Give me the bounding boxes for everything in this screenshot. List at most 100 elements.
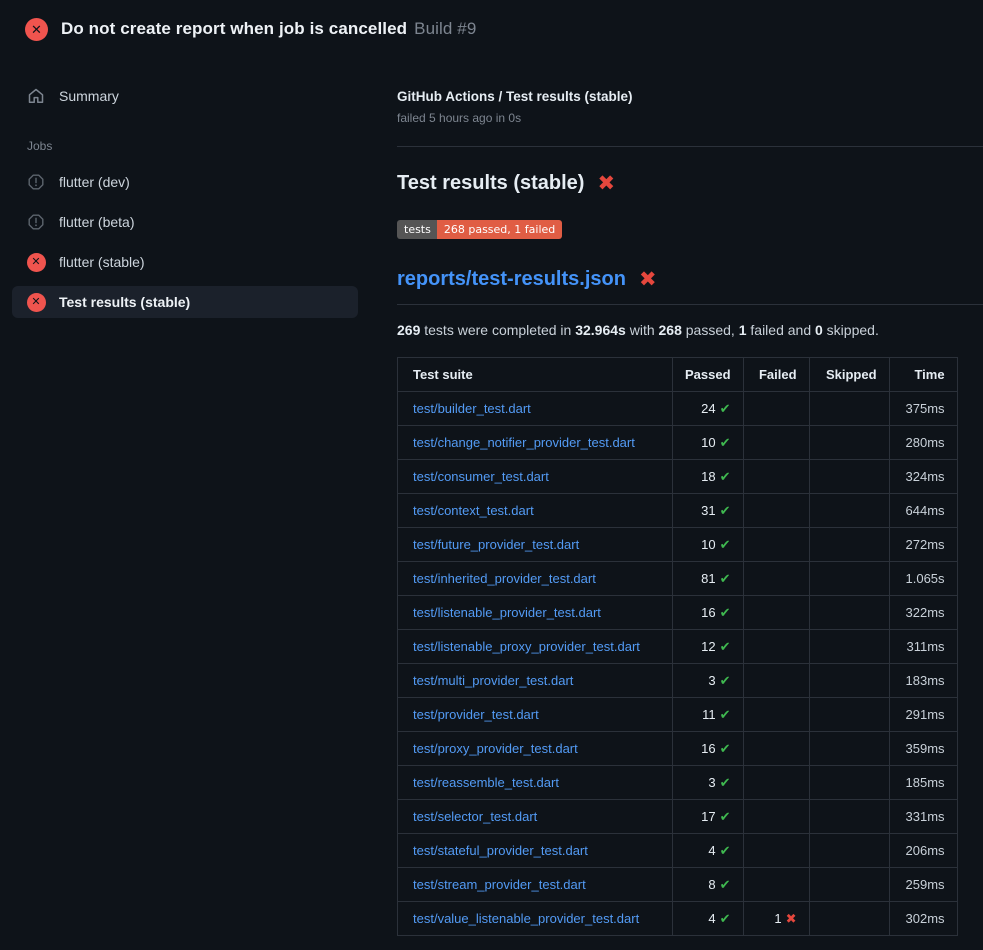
summary-text: with	[626, 322, 659, 338]
skipped-count-cell	[809, 664, 889, 698]
passed-count: 12	[701, 639, 715, 654]
table-row: test/reassemble_test.dart 3✔ 185ms	[398, 766, 958, 800]
time-cell: 280ms	[889, 426, 957, 460]
test-suite-link[interactable]: test/provider_test.dart	[413, 707, 539, 722]
failed-count-cell	[743, 664, 809, 698]
skipped-count-cell	[809, 392, 889, 426]
test-suite-link[interactable]: test/value_listenable_provider_test.dart	[413, 911, 639, 926]
passed-count: 4	[708, 911, 715, 926]
summary-text: passed,	[682, 322, 739, 338]
test-suite-cell: test/context_test.dart	[398, 494, 673, 528]
test-suite-link[interactable]: test/change_notifier_provider_test.dart	[413, 435, 635, 450]
column-header: Time	[889, 358, 957, 392]
check-icon: ✔	[720, 538, 731, 553]
passed-count: 10	[701, 435, 715, 450]
skipped-count-cell	[809, 528, 889, 562]
check-icon: ✔	[720, 402, 731, 417]
test-suite-cell: test/provider_test.dart	[398, 698, 673, 732]
sidebar-item-label: flutter (beta)	[59, 214, 134, 230]
test-suite-link[interactable]: test/reassemble_test.dart	[413, 775, 559, 790]
cancelled-status-icon	[26, 214, 46, 230]
test-results-table: Test suitePassedFailedSkippedTime test/b…	[397, 357, 958, 936]
test-suite-cell: test/stateful_provider_test.dart	[398, 834, 673, 868]
test-suite-cell: test/change_notifier_provider_test.dart	[398, 426, 673, 460]
test-suite-link[interactable]: test/future_provider_test.dart	[413, 537, 579, 552]
table-header-row: Test suitePassedFailedSkippedTime	[398, 358, 958, 392]
passed-count-cell: 3✔	[673, 664, 744, 698]
table-row: test/stream_provider_test.dart8✔259ms	[398, 868, 958, 902]
sidebar-item-test-results-stable[interactable]: ✕Test results (stable)	[12, 286, 358, 318]
report-title-link[interactable]: reports/test-results.json ✖	[397, 268, 983, 305]
test-suite-link[interactable]: test/inherited_provider_test.dart	[413, 571, 596, 586]
test-suite-link[interactable]: test/stream_provider_test.dart	[413, 877, 586, 892]
failed-count-cell	[743, 392, 809, 426]
test-suite-cell: test/consumer_test.dart	[398, 460, 673, 494]
check-icon: ✔	[720, 878, 731, 893]
skipped-count-cell	[809, 834, 889, 868]
check-icon: ✔	[720, 572, 731, 587]
check-icon: ✔	[720, 606, 731, 621]
time-cell: 183ms	[889, 664, 957, 698]
sidebar-item-flutter-stable[interactable]: ✕flutter (stable)	[12, 246, 358, 278]
build-number: Build #9	[414, 19, 476, 38]
skipped-count-cell	[809, 596, 889, 630]
time-cell: 291ms	[889, 698, 957, 732]
sidebar-item-summary[interactable]: Summary	[12, 80, 358, 112]
badge-value: 268 passed, 1 failed	[437, 220, 562, 239]
skipped-count-cell	[809, 902, 889, 936]
failed-count-cell	[743, 766, 809, 800]
passed-count-cell: 4✔	[673, 902, 744, 936]
time-cell: 324ms	[889, 460, 957, 494]
run-status: failed 5 hours ago in 0s	[397, 111, 983, 125]
table-row: test/consumer_test.dart18✔324ms	[398, 460, 958, 494]
test-suite-link[interactable]: test/builder_test.dart	[413, 401, 531, 416]
column-header: Skipped	[809, 358, 889, 392]
skipped-count-cell	[809, 630, 889, 664]
passed-count: 24	[701, 401, 715, 416]
results-summary: 269 tests were completed in 32.964s with…	[397, 322, 983, 338]
failed-count-cell	[743, 562, 809, 596]
sidebar-item-flutter-beta[interactable]: flutter (beta)	[12, 206, 358, 238]
check-icon: ✔	[720, 776, 731, 791]
passed-count-cell: 31✔	[673, 494, 744, 528]
test-suite-link[interactable]: test/context_test.dart	[413, 503, 534, 518]
test-suite-link[interactable]: test/listenable_proxy_provider_test.dart	[413, 639, 640, 654]
test-suite-link[interactable]: test/consumer_test.dart	[413, 469, 549, 484]
test-suite-link[interactable]: test/selector_test.dart	[413, 809, 537, 824]
failed-count-cell	[743, 426, 809, 460]
test-suite-link[interactable]: test/multi_provider_test.dart	[413, 673, 573, 688]
passed-count: 11	[702, 707, 716, 722]
passed-count-cell: 24 ✔	[673, 392, 744, 426]
failed-count-cell	[743, 630, 809, 664]
time-cell: 322ms	[889, 596, 957, 630]
sidebar-item-label: flutter (stable)	[59, 254, 145, 270]
failed-count-cell	[743, 732, 809, 766]
passed-count-cell: 12✔	[673, 630, 744, 664]
jobs-section-label: Jobs	[27, 139, 358, 153]
table-row: test/proxy_provider_test.dart16✔359ms	[398, 732, 958, 766]
table-row: test/inherited_provider_test.dart81✔1.06…	[398, 562, 958, 596]
passed-count-cell: 16✔	[673, 732, 744, 766]
table-row: test/change_notifier_provider_test.dart 1…	[398, 426, 958, 460]
main-content: GitHub Actions / Test results (stable) f…	[372, 56, 983, 936]
time-cell: 375ms	[889, 392, 957, 426]
test-suite-cell: test/proxy_provider_test.dart	[398, 732, 673, 766]
passed-count: 31	[701, 503, 715, 518]
test-suite-link[interactable]: test/stateful_provider_test.dart	[413, 843, 588, 858]
failed-count-cell	[743, 460, 809, 494]
passed-count: 10	[701, 537, 715, 552]
column-header: Test suite	[398, 358, 673, 392]
test-suite-link[interactable]: test/listenable_provider_test.dart	[413, 605, 601, 620]
time-cell: 185ms	[889, 766, 957, 800]
time-cell: 331ms	[889, 800, 957, 834]
sidebar-item-label: flutter (dev)	[59, 174, 130, 190]
test-suite-link[interactable]: test/proxy_provider_test.dart	[413, 741, 578, 756]
skipped-count-cell	[809, 426, 889, 460]
passed-count-cell: 3✔	[673, 766, 744, 800]
summary-text: skipped.	[823, 322, 879, 338]
sidebar-item-flutter-dev[interactable]: flutter (dev)	[12, 166, 358, 198]
section-title: Test results (stable) ✖	[397, 172, 983, 195]
time-cell: 311ms	[889, 630, 957, 664]
test-suite-cell: test/stream_provider_test.dart	[398, 868, 673, 902]
failed-count-cell	[743, 868, 809, 902]
